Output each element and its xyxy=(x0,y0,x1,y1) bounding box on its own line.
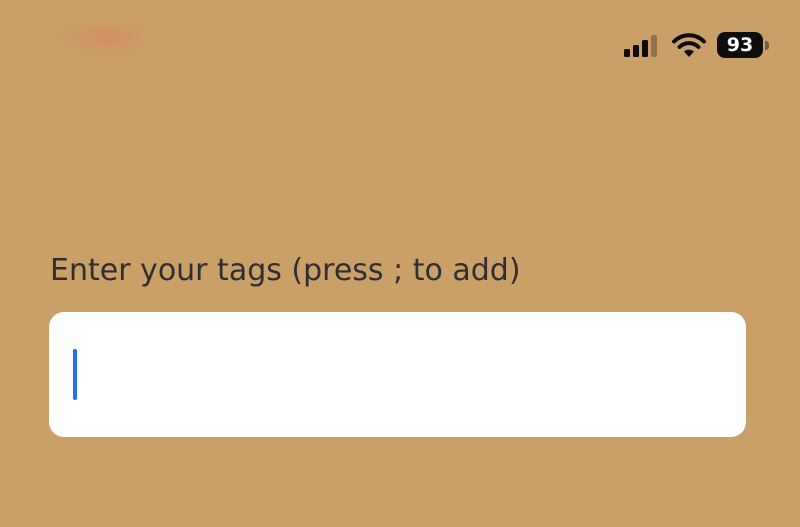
status-time-blurred xyxy=(62,24,144,52)
tags-input[interactable] xyxy=(67,312,727,437)
battery-cap xyxy=(765,41,769,50)
status-bar: 93 xyxy=(0,0,800,90)
text-caret xyxy=(73,349,77,400)
tags-input-container[interactable] xyxy=(49,312,746,437)
app-screen: 93 Enter your tags (press ; to add) xyxy=(0,0,800,527)
battery-level-text: 93 xyxy=(726,34,754,56)
cellular-signal-icon xyxy=(624,35,657,57)
tags-field-label: Enter your tags (press ; to add) xyxy=(50,253,521,288)
wifi-icon xyxy=(672,33,706,57)
battery-icon: 93 xyxy=(717,32,771,58)
